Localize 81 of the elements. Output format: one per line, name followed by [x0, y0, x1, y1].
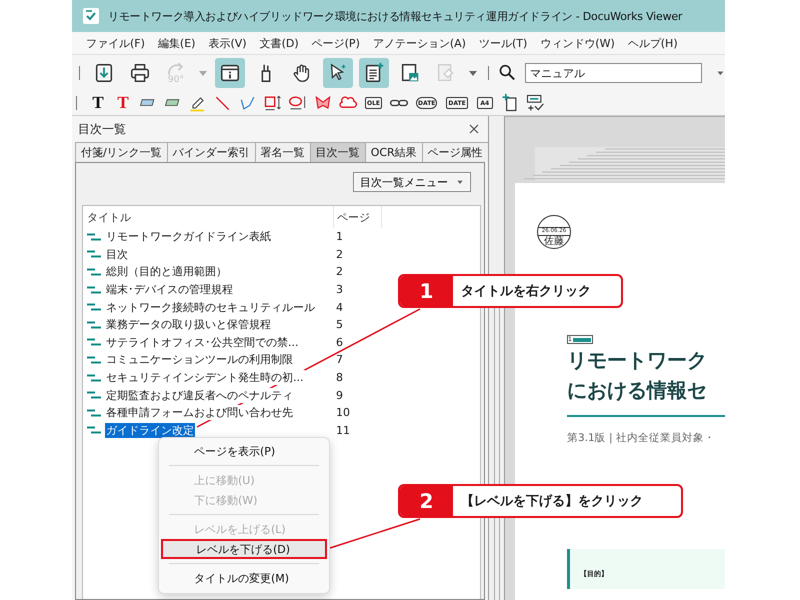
page-number: 8 [335, 371, 343, 384]
stamp-name: 佐藤 [544, 236, 564, 247]
info-icon [218, 62, 241, 84]
menu-item[interactable]: 表示(V) [208, 36, 247, 50]
close-icon [469, 124, 479, 134]
tab[interactable]: 付箋/リンク一覧 [75, 142, 168, 162]
menu-item[interactable]: タイトルの変更(M) [161, 568, 327, 588]
page-number: 1 [335, 230, 343, 244]
tab[interactable]: ページ属性 [422, 142, 489, 162]
tab[interactable]: 目次一覧 [310, 142, 366, 162]
heading-icon [87, 286, 101, 294]
page-number: 7 [335, 353, 343, 366]
dropdown-icon [456, 178, 464, 186]
toc-entry[interactable]: ネットワーク接続時のセキュリティルール [105, 300, 316, 315]
menu-item[interactable]: ページ(P) [312, 36, 360, 50]
step-number: 1 [400, 276, 453, 306]
toc-entry[interactable]: コミュニケーションツールの利用制限 [105, 352, 294, 368]
menu-item[interactable]: レベルを下げる(D) [161, 539, 327, 559]
toc-menu-button[interactable]: 目次一覧メニュー [353, 172, 471, 192]
heading-icon [87, 374, 101, 382]
callout-text: 【レベルを下げる】をクリック [460, 493, 643, 511]
heading-icon [87, 408, 101, 417]
column-header: ページ [337, 210, 370, 224]
menu-item[interactable]: 編集(E) [158, 36, 196, 50]
toc-entry[interactable]: 定期監査および違反者へのペナルティ [105, 388, 294, 403]
info-button[interactable] [214, 58, 245, 88]
tab[interactable]: バインダー索引 [166, 142, 256, 162]
heading-icon [87, 356, 101, 364]
toc-entry[interactable]: 目次 [105, 246, 129, 262]
menu-item: レベルを上げる(L) [193, 522, 287, 538]
heading-icon [87, 303, 101, 312]
menu-item: 上に移動(U) [193, 472, 256, 488]
page-number: 2 [335, 265, 343, 278]
tab[interactable]: 署名一覧 [254, 142, 311, 162]
heading-icon [87, 426, 101, 434]
page-add-button[interactable] [358, 58, 389, 88]
page-number: 5 [335, 318, 343, 332]
app-icon [82, 7, 100, 25]
menu-item[interactable]: ページを表示(P) [161, 441, 327, 461]
document-heading: リモートワーク [567, 347, 708, 374]
menu-item[interactable]: ヘルプ(H) [628, 36, 678, 50]
toc-entry[interactable]: セキュリティインシデント発生時の初... [105, 370, 304, 386]
page-number: 2 [335, 248, 343, 261]
column-header: タイトル [87, 210, 131, 224]
page-number: 6 [335, 336, 343, 349]
page-number: 3 [335, 283, 343, 296]
pointer-button[interactable] [322, 58, 353, 88]
rectangle-icon [263, 93, 283, 113]
callout-text: タイトルを右クリック [460, 283, 591, 301]
tab[interactable]: OCR結果 [364, 142, 423, 162]
menu-item: 下に移動(W) [193, 492, 258, 508]
text-tool-button[interactable]: T [88, 92, 108, 114]
heading-icon [87, 232, 101, 241]
toc-entry[interactable]: サテライトオフィス･公共空間での禁... [105, 334, 300, 350]
heading-icon [87, 250, 101, 258]
document-heading: における情報セ [567, 377, 708, 404]
toc-entry[interactable]: 各種申請フォームおよび問い合わせ先 [105, 405, 294, 420]
search-field[interactable]: マニュアル [525, 63, 702, 83]
page-number: 9 [335, 388, 343, 402]
print-icon [128, 62, 151, 84]
toc-entry[interactable]: 業務データの取り扱いと保管規程 [105, 317, 272, 332]
toc-entry[interactable]: ガイドライン改定 [105, 422, 195, 438]
pane-title: 目次一覧 [78, 120, 126, 138]
rotate-icon [168, 62, 184, 76]
window-title: リモートワーク導入およびハイブリッドワーク環境における情報セキュリティ運用ガイドライン - DocuWorks Viewer [108, 8, 682, 24]
menu-item[interactable]: ファイル(F) [86, 36, 145, 50]
page-number: 4 [335, 300, 343, 314]
text-tool-button[interactable]: T [113, 92, 133, 114]
page-number: 11 [335, 424, 350, 437]
menu-item[interactable]: ツール(T) [478, 36, 528, 50]
menu-item[interactable]: アノテーション(A) [372, 36, 466, 50]
heading-icon [87, 338, 101, 346]
heading-icon [87, 391, 101, 400]
document-subtitle: 第3.1版 | 社内全従業員対象・ [567, 431, 716, 445]
step-number: 2 [400, 486, 453, 516]
menu-item[interactable]: ウィンドウ(W) [540, 36, 615, 50]
heading-icon [87, 268, 101, 276]
heading-icon [87, 320, 101, 329]
toc-entry[interactable]: 端末･デバイスの管理規程 [105, 282, 234, 298]
menu-item[interactable]: 文書(D) [260, 36, 299, 50]
page-number: 10 [335, 406, 350, 420]
